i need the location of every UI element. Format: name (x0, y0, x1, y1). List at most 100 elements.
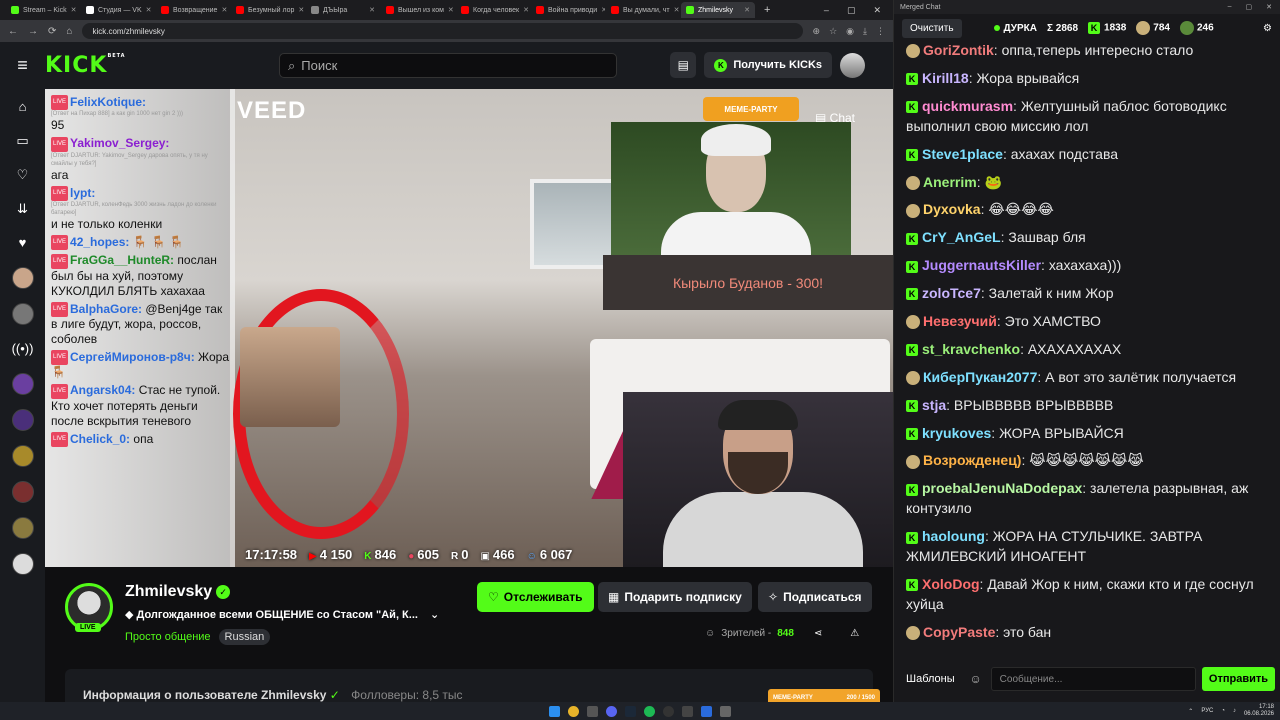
followed-channel-avatar[interactable] (11, 409, 34, 431)
tab-close-icon[interactable]: ✕ (221, 6, 227, 14)
share-icon[interactable]: ⋖ (814, 628, 822, 639)
chat-username[interactable]: quickmurasm (922, 98, 1013, 114)
bookmark-star-icon[interactable]: ☆ (829, 26, 837, 37)
chat-username[interactable]: CrY_AnGeL (922, 229, 1001, 245)
gift-subscription-button[interactable]: ▦ Подарить подписку (598, 582, 752, 612)
browser-tab[interactable]: Когда человек ✕ (456, 2, 530, 18)
new-tab-icon[interactable]: + (756, 4, 778, 16)
discord-icon[interactable] (606, 705, 617, 717)
language-indicator[interactable]: РУС (1201, 708, 1213, 714)
chat-username[interactable]: Dyxovka (923, 201, 981, 217)
tab-close-icon[interactable]: ✕ (744, 6, 750, 14)
live-radio-icon[interactable]: ((•)) (12, 339, 34, 359)
chat-username[interactable]: Steve1place (922, 146, 1003, 162)
chat-username[interactable]: XoloDog (922, 576, 980, 592)
report-icon[interactable]: ⚠ (850, 628, 859, 639)
zoom-icon[interactable]: ⊕ (813, 26, 821, 37)
user-avatar[interactable] (840, 52, 865, 78)
followed-channel-avatar[interactable] (11, 373, 34, 395)
followed-channel-avatar[interactable] (11, 517, 34, 539)
app-icon[interactable] (720, 705, 731, 717)
chat-username[interactable]: КиберПукан2077 (923, 369, 1037, 385)
browser-tab[interactable]: Zhmilevsky ✕ (681, 2, 755, 18)
followed-channel-avatar[interactable] (11, 303, 34, 325)
chat-username[interactable]: haoloung (922, 528, 985, 544)
send-button[interactable]: Отправить (1201, 667, 1275, 691)
home-nav-icon[interactable]: ⌂ (19, 97, 27, 117)
video-player[interactable]: VEED LIVE FelixKotique: [Ответ на Пихар 88… (45, 89, 893, 567)
followed-channel-avatar[interactable] (11, 481, 34, 503)
browser-tab[interactable]: Война приводи ✕ (531, 2, 605, 18)
chat-username[interactable]: stja (922, 397, 946, 413)
search-input[interactable]: ⌕ Поиск (279, 53, 617, 78)
chat-username[interactable]: Anerrim (923, 174, 977, 190)
volume-icon[interactable]: ♪ (1233, 708, 1236, 714)
chat-username[interactable]: JuggernautsKiller (922, 257, 1041, 273)
browser-tab[interactable]: Безумный лор ✕ (231, 2, 305, 18)
clock[interactable]: 17:18 06.08.2026 (1244, 704, 1274, 718)
category-link[interactable]: Просто общение (125, 631, 211, 643)
forward-icon[interactable]: → (28, 26, 38, 37)
maximize-icon[interactable]: ▢ (1246, 3, 1253, 11)
channel-name[interactable]: Zhmilevsky ✓ (125, 583, 231, 601)
home-icon[interactable]: ⌂ (66, 26, 72, 37)
kick-logo[interactable]: KICKBETA (45, 53, 126, 78)
browse-nav-icon[interactable]: ▭ (16, 131, 28, 151)
followed-channel-avatar[interactable] (11, 445, 34, 467)
chat-username[interactable]: Возрожденец) (923, 452, 1021, 468)
browser-tab[interactable]: Студия — VK ✕ (81, 2, 155, 18)
menu-dots-icon[interactable]: ⋮ (876, 26, 885, 37)
explorer-icon[interactable] (587, 705, 598, 717)
chat-username[interactable]: st_kravchenko (922, 341, 1020, 357)
tab-close-icon[interactable]: ✕ (71, 6, 77, 14)
url-field[interactable]: kick.com/zhmilevsky (82, 23, 803, 39)
subscribe-button[interactable]: ✧ Подписаться (758, 582, 872, 612)
app-icon[interactable] (682, 705, 693, 717)
chat-username[interactable]: Kirill18 (922, 70, 969, 86)
app-icon[interactable] (701, 705, 712, 717)
favorites-icon[interactable]: ♥ (19, 233, 27, 253)
reload-icon[interactable]: ⟳ (48, 26, 56, 37)
followed-channel-avatar[interactable] (11, 553, 34, 575)
clips-nav-icon[interactable]: ⇊ (17, 199, 28, 219)
obs-icon[interactable] (663, 705, 674, 717)
tab-close-icon[interactable]: ✕ (448, 6, 454, 14)
tab-close-icon[interactable]: ✕ (369, 6, 375, 14)
settings-gear-icon[interactable]: ⚙ (1263, 23, 1272, 34)
close-icon[interactable]: ✕ (1266, 3, 1272, 11)
browser-tab[interactable]: Возвращение ✕ (156, 2, 230, 18)
chat-username[interactable]: zoloTce7 (922, 285, 981, 301)
chrome-icon[interactable] (568, 705, 579, 717)
hamburger-menu-icon[interactable]: ≡ (0, 55, 45, 76)
steam-icon[interactable] (625, 705, 636, 717)
chat-username[interactable]: kryukoves (922, 425, 991, 441)
expand-chevron-icon[interactable]: ⌄ (430, 609, 439, 621)
back-icon[interactable]: ← (8, 26, 18, 37)
tray-arrow-icon[interactable]: ⌃ (1188, 708, 1193, 715)
start-menu-icon[interactable] (549, 705, 560, 717)
tab-close-icon[interactable]: ✕ (523, 6, 529, 14)
tab-close-icon[interactable]: ✕ (601, 6, 605, 14)
chat-username[interactable]: Невезучий (923, 313, 997, 329)
chat-username[interactable]: proebalJenuNaDodepax (922, 480, 1082, 496)
browser-tab[interactable]: Вы думали, чт ✕ (606, 2, 680, 18)
browser-tab[interactable]: Вышел из ком ✕ (381, 2, 455, 18)
close-icon[interactable]: ✕ (873, 5, 881, 16)
follow-button[interactable]: ♡ Отслеживать (477, 582, 594, 612)
spotify-icon[interactable] (644, 705, 655, 717)
download-icon[interactable]: ⤓ (863, 26, 867, 37)
chat-username[interactable]: CopyPaste (923, 624, 995, 640)
browser-tab[interactable]: Stream – Kick ✕ (6, 2, 80, 18)
tab-close-icon[interactable]: ✕ (298, 6, 304, 14)
message-input[interactable]: Сообщение... (990, 667, 1196, 691)
followed-channel-avatar[interactable] (11, 267, 34, 289)
minimize-icon[interactable]: – (1228, 3, 1232, 11)
browser-tab[interactable]: ДЪЫра ✕ (306, 2, 380, 18)
tab-close-icon[interactable]: ✕ (674, 6, 680, 14)
wifi-icon[interactable]: ◔ (1221, 708, 1225, 714)
clear-chat-button[interactable]: Очистить (902, 18, 962, 38)
following-nav-icon[interactable]: ♡ (17, 165, 29, 185)
emoji-picker-icon[interactable]: ☺ (967, 672, 985, 686)
language-tag[interactable]: Russian (218, 629, 271, 645)
get-kicks-button[interactable]: K Получить KICKs (704, 52, 832, 78)
